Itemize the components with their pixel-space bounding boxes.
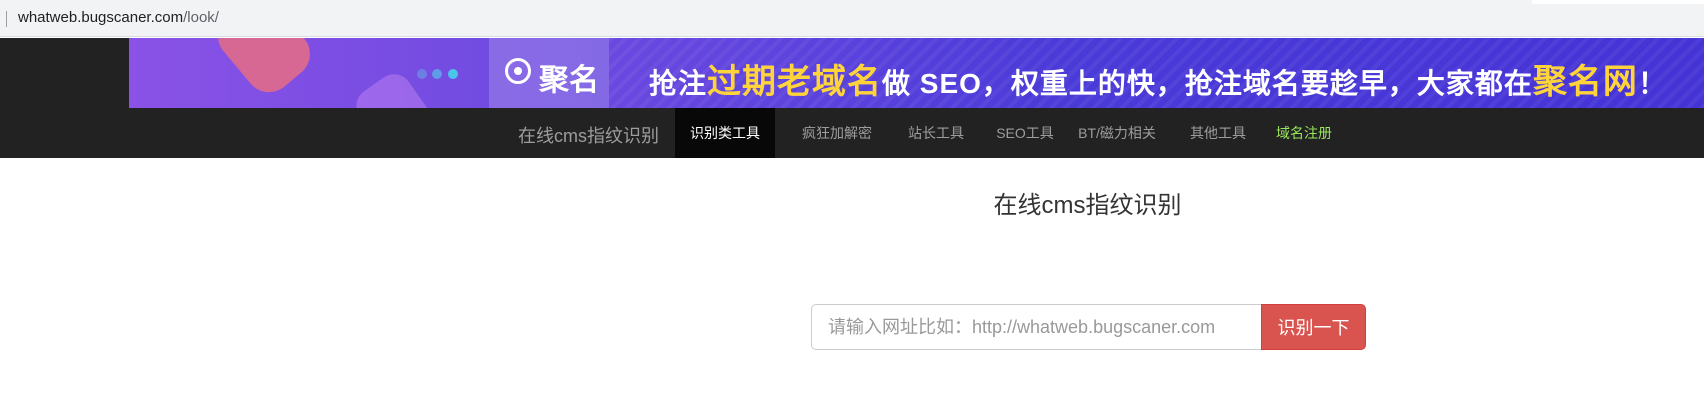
nav-item-bt-magnet[interactable]: BT/磁力相关 (1050, 108, 1184, 158)
address-url[interactable]: whatweb.bugscaner.com/look/ (18, 9, 219, 26)
ad-banner[interactable]: 聚名 抢注过期老域名做 SEO，权重上的快，抢注域名要趁早，大家都在聚名网！ (129, 38, 1704, 108)
slogan-part: 抢注 (649, 68, 708, 99)
banner-dot (417, 69, 427, 79)
nav-item-crypto[interactable]: 疯狂加解密 (780, 108, 894, 158)
nav-item-webmaster-tools[interactable]: 站长工具 (888, 108, 984, 158)
slogan-end: ！ (1637, 68, 1667, 99)
banner-decoration-shape (208, 38, 320, 102)
url-host: whatweb.bugscaner.com (18, 9, 184, 26)
address-bar[interactable]: whatweb.bugscaner.com/look/ (0, 0, 1704, 37)
nav-item-recognition-tools[interactable]: 识别类工具 (675, 108, 775, 158)
nav-item-other-tools[interactable]: 其他工具 (1170, 108, 1266, 158)
signal-icon (505, 58, 531, 84)
banner-slogan: 抢注过期老域名做 SEO，权重上的快，抢注域名要趁早，大家都在聚名网！ (649, 54, 1667, 103)
url-path: /look/ (183, 9, 219, 26)
tab-strip-edge (1532, 0, 1704, 4)
slogan-highlight: 聚名网 (1532, 63, 1638, 101)
slogan-highlight: 过期老域名 (707, 63, 883, 101)
banner-dot (448, 69, 458, 79)
navbar: 在线cms指纹识别 识别类工具 疯狂加解密 站长工具 SEO工具 BT/磁力相关… (129, 108, 1704, 158)
nav-item-domain-registration[interactable]: 域名注册 (1256, 108, 1352, 158)
banner-logo-text: 聚名 (539, 64, 599, 97)
page-title: 在线cms指纹识别 (993, 192, 1182, 219)
navbar-brand[interactable]: 在线cms指纹识别 (518, 122, 659, 148)
url-input[interactable] (811, 304, 1261, 350)
identify-button[interactable]: 识别一下 (1261, 304, 1366, 350)
banner-logo: 聚名 (489, 38, 609, 108)
slogan-part: 做 SEO，权重上的快，抢注域名要趁早，大家都在 (882, 68, 1533, 99)
search-form: 识别一下 (811, 304, 1366, 350)
banner-dot (432, 69, 442, 79)
address-divider (6, 11, 7, 27)
